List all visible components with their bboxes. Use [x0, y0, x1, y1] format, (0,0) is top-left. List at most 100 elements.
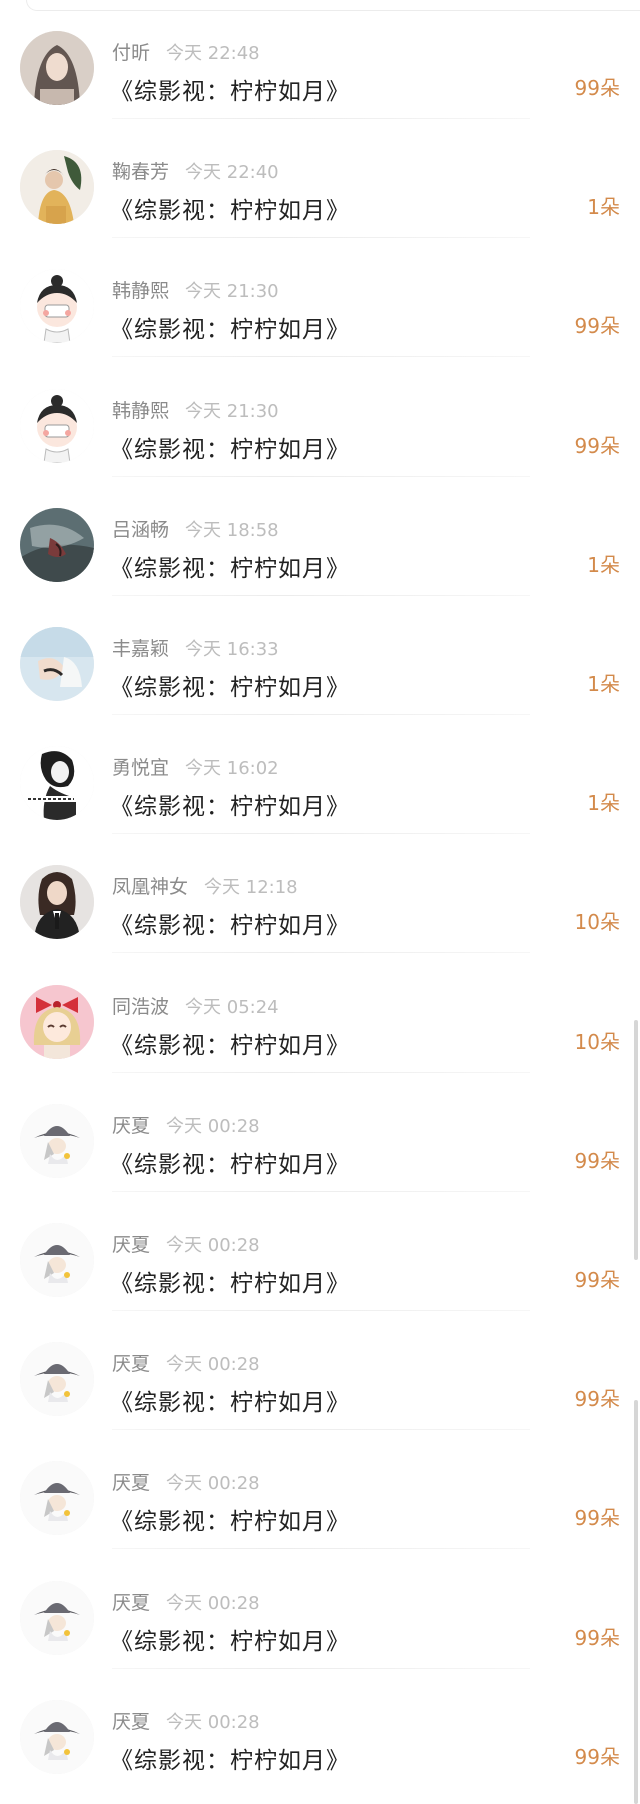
user-name[interactable]: 鞠春芳: [112, 161, 169, 183]
user-name-line: 厌夏 今天 00:28: [112, 1588, 260, 1615]
scrollbar-lower[interactable]: [634, 1400, 638, 1804]
gift-amount: 1朵: [587, 552, 620, 577]
record-row[interactable]: 同浩波 今天 05:24 《综影视：柠柠如月》 10朵: [0, 954, 640, 1073]
timestamp: 今天 00:28: [166, 1711, 260, 1733]
book-title[interactable]: 《综影视：柠柠如月》: [110, 1145, 350, 1179]
user-name-line: 吕涵畅 今天 18:58: [112, 515, 279, 542]
user-name-line: 厌夏 今天 00:28: [112, 1707, 260, 1734]
record-row[interactable]: 付昕 今天 22:48 《综影视：柠柠如月》 99朵: [0, 0, 640, 119]
book-title[interactable]: 《综影视：柠柠如月》: [110, 906, 350, 940]
book-title[interactable]: 《综影视：柠柠如月》: [110, 1264, 350, 1298]
record-row[interactable]: 厌夏 今天 00:28 《综影视：柠柠如月》 99朵: [0, 1669, 640, 1788]
user-name-line: 厌夏 今天 00:28: [112, 1111, 260, 1138]
gift-amount: 1朵: [587, 791, 620, 816]
timestamp: 今天 00:28: [166, 1473, 260, 1495]
timestamp: 今天 05:24: [185, 996, 279, 1018]
book-title[interactable]: 《综影视：柠柠如月》: [110, 1502, 350, 1536]
timestamp: 今天 16:33: [185, 639, 279, 660]
record-row[interactable]: 厌夏 今天 00:28 《综影视：柠柠如月》 99朵: [0, 1430, 640, 1550]
avatar[interactable]: [20, 31, 94, 105]
timestamp: 今天 18:58: [185, 519, 279, 541]
user-name[interactable]: 韩静熙: [112, 280, 169, 302]
record-row[interactable]: 厌夏 今天 00:28 《综影视：柠柠如月》 99朵: [0, 1550, 640, 1669]
record-row[interactable]: 韩静熙 今天 21:30 《综影视：柠柠如月》 99朵: [0, 238, 640, 358]
avatar[interactable]: [20, 1342, 94, 1417]
book-title[interactable]: 《综影视：柠柠如月》: [110, 1741, 350, 1775]
record-row[interactable]: 凤凰神女 今天 12:18 《综影视：柠柠如月》 10朵: [0, 834, 640, 954]
user-name-line: 韩静熙 今天 21:30: [112, 276, 279, 303]
timestamp: 今天 21:30: [185, 400, 279, 422]
gift-amount: 99朵: [574, 76, 620, 100]
record-row[interactable]: 厌夏 今天 00:28 《综影视：柠柠如月》 99朵: [0, 1073, 640, 1192]
user-name-line: 付昕 今天 22:48: [112, 38, 260, 65]
record-row[interactable]: 鞠春芳 今天 22:40 《综影视：柠柠如月》 1朵: [0, 119, 640, 239]
avatar[interactable]: [20, 627, 94, 701]
record-row[interactable]: 勇悦宜 今天 16:02 《综影视：柠柠如月》 1朵: [0, 715, 640, 835]
book-title[interactable]: 《综影视：柠柠如月》: [110, 1383, 350, 1417]
record-row[interactable]: 厌夏 今天 00:28 《综影视：柠柠如月》 99朵: [0, 1311, 640, 1431]
user-name[interactable]: 厌夏: [112, 1353, 150, 1375]
avatar[interactable]: [20, 1699, 94, 1774]
avatar[interactable]: [20, 388, 94, 463]
avatar[interactable]: [20, 1580, 94, 1655]
record-row[interactable]: 厌夏 今天 00:28 《综影视：柠柠如月》 99朵: [0, 1192, 640, 1311]
record-row[interactable]: 丰嘉颖 今天 16:33 《综影视：柠柠如月》 1朵: [0, 596, 640, 715]
user-name-line: 韩静熙 今天 21:30: [112, 396, 279, 423]
user-name[interactable]: 吕涵畅: [112, 519, 169, 541]
timestamp: 今天 00:28: [166, 1115, 260, 1137]
gift-amount: 99朵: [574, 1506, 620, 1531]
book-title[interactable]: 《综影视：柠柠如月》: [110, 787, 350, 821]
avatar[interactable]: [20, 746, 94, 821]
book-title[interactable]: 《综影视：柠柠如月》: [110, 310, 350, 344]
user-name[interactable]: 厌夏: [112, 1234, 150, 1256]
timestamp: 今天 00:28: [166, 1235, 260, 1256]
gift-amount: 10朵: [574, 910, 620, 935]
avatar[interactable]: [20, 507, 94, 582]
avatar[interactable]: [20, 984, 94, 1059]
gift-amount: 99朵: [574, 1625, 620, 1650]
scrollbar[interactable]: [634, 1020, 638, 1260]
avatar[interactable]: [20, 1103, 94, 1178]
user-name-line: 厌夏 今天 00:28: [112, 1230, 260, 1257]
user-name[interactable]: 同浩波: [112, 996, 169, 1018]
gift-amount: 10朵: [574, 1029, 620, 1054]
user-name[interactable]: 丰嘉颖: [112, 638, 169, 660]
user-name-line: 丰嘉颖 今天 16:33: [112, 634, 279, 661]
user-name[interactable]: 凤凰神女: [112, 876, 188, 898]
gift-amount: 1朵: [587, 672, 620, 696]
user-name-line: 厌夏 今天 00:28: [112, 1468, 260, 1495]
timestamp: 今天 21:30: [185, 281, 279, 303]
timestamp: 今天 12:18: [204, 877, 298, 899]
book-title[interactable]: 《综影视：柠柠如月》: [110, 430, 350, 464]
timestamp: 今天 22:40: [185, 162, 279, 184]
user-name[interactable]: 厌夏: [112, 1592, 150, 1614]
avatar[interactable]: [20, 1461, 94, 1536]
book-title[interactable]: 《综影视：柠柠如月》: [110, 191, 350, 225]
avatar[interactable]: [20, 150, 94, 225]
book-title[interactable]: 《综影视：柠柠如月》: [110, 668, 350, 702]
gift-amount: 99朵: [574, 433, 620, 458]
gift-amount: 1朵: [587, 195, 620, 220]
user-name-line: 同浩波 今天 05:24: [112, 992, 279, 1019]
book-title[interactable]: 《综影视：柠柠如月》: [110, 1622, 350, 1656]
user-name[interactable]: 付昕: [112, 42, 150, 64]
avatar[interactable]: [20, 269, 94, 344]
record-row[interactable]: 吕涵畅 今天 18:58 《综影视：柠柠如月》 1朵: [0, 477, 640, 596]
user-name[interactable]: 勇悦宜: [112, 757, 169, 779]
avatar[interactable]: [20, 1223, 94, 1297]
book-title[interactable]: 《综影视：柠柠如月》: [110, 549, 350, 583]
record-row[interactable]: 韩静熙 今天 21:30 《综影视：柠柠如月》 99朵: [0, 358, 640, 477]
avatar[interactable]: [20, 865, 94, 940]
user-name-line: 勇悦宜 今天 16:02: [112, 753, 279, 780]
book-title[interactable]: 《综影视：柠柠如月》: [110, 72, 350, 106]
user-name[interactable]: 厌夏: [112, 1711, 150, 1733]
gift-amount: 99朵: [574, 1387, 620, 1412]
user-name[interactable]: 韩静熙: [112, 400, 169, 422]
user-name-line: 厌夏 今天 00:28: [112, 1349, 260, 1376]
user-name[interactable]: 厌夏: [112, 1472, 150, 1494]
gift-amount: 99朵: [574, 1744, 620, 1769]
gift-amount: 99朵: [574, 1268, 620, 1292]
book-title[interactable]: 《综影视：柠柠如月》: [110, 1026, 350, 1060]
timestamp: 今天 22:48: [166, 43, 260, 64]
user-name[interactable]: 厌夏: [112, 1115, 150, 1137]
